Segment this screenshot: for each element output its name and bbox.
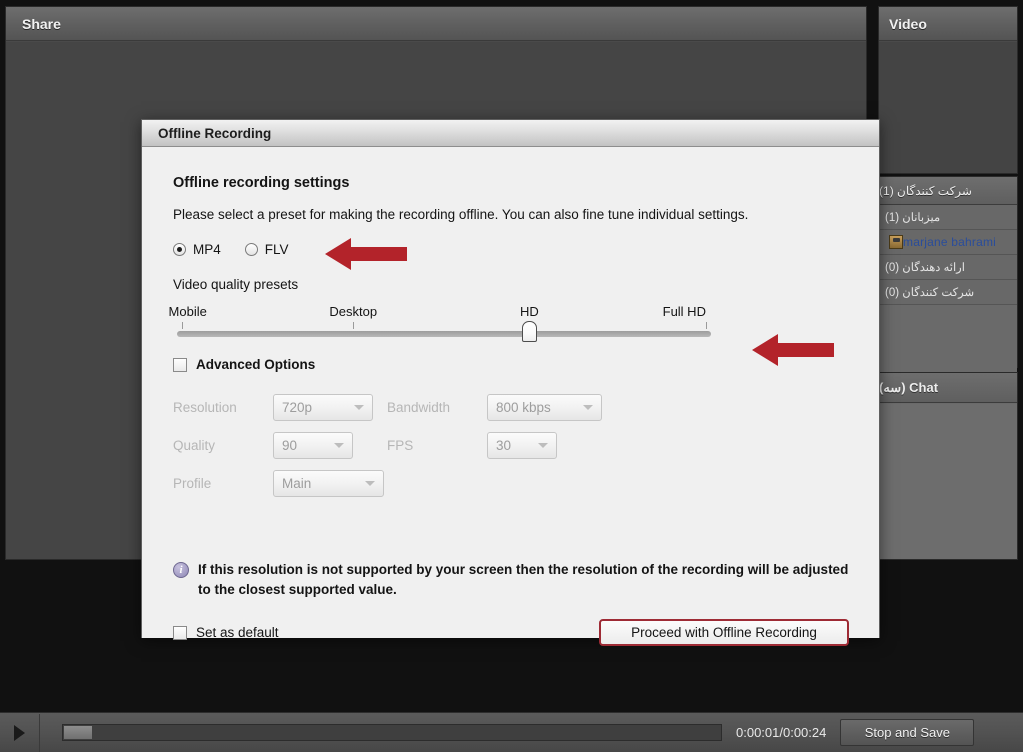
playback-time-label: 0:00:01/0:00:24 (736, 725, 827, 740)
radio-mp4-label: MP4 (193, 242, 221, 257)
video-pod-title: Video (879, 7, 1017, 41)
play-icon[interactable] (0, 713, 40, 752)
proceed-with-offline-recording-button[interactable]: Proceed with Offline Recording (599, 619, 849, 646)
radio-dot-icon (173, 243, 186, 256)
profile-label: Profile (173, 475, 212, 491)
webcam-user-icon (889, 235, 903, 249)
attendee-group-participants[interactable]: شرکت کنندگان (0) (879, 280, 1017, 305)
slider-tick-mark (705, 322, 707, 329)
chevron-down-icon (538, 443, 548, 448)
share-pod-title: Share (6, 7, 866, 41)
advanced-row-1: Resolution 720p Bandwidth 800 kbps (173, 388, 753, 426)
slider-tick-label-hd: HD (520, 304, 539, 319)
info-message-text: If this resolution is not supported by y… (198, 562, 849, 597)
fps-value: 30 (496, 437, 512, 453)
chevron-down-icon (365, 481, 375, 486)
advanced-options-grid: Resolution 720p Bandwidth 800 kbps Quali… (173, 388, 753, 502)
resolution-label: Resolution (173, 399, 237, 415)
info-icon: i (173, 562, 189, 578)
attendee-group-label: میزبانان (1) (885, 212, 941, 224)
attendee-group-presenters[interactable]: ارائه دهندگان (0) (879, 255, 1017, 280)
radio-flv[interactable]: FLV (244, 242, 289, 257)
fps-label: FPS (387, 437, 414, 453)
chat-pod-body[interactable] (879, 404, 1017, 559)
info-message: i If this resolution is not supported by… (173, 560, 853, 599)
bandwidth-value: 800 kbps (496, 399, 551, 415)
radio-dot-icon (244, 243, 258, 256)
offline-recording-dialog: Offline Recording Offline recording sett… (141, 119, 880, 646)
set-as-default-checkbox-row[interactable]: Set as default (173, 625, 279, 640)
chat-pod: Chat (سه) (878, 372, 1018, 560)
radio-flv-label: FLV (264, 242, 289, 257)
quality-slider-track[interactable] (177, 321, 711, 342)
dialog-titlebar: Offline Recording (142, 120, 879, 147)
advanced-row-2: Quality 90 FPS 30 (173, 426, 753, 464)
bandwidth-select[interactable]: 800 kbps (487, 393, 602, 421)
dialog-footer: Set as default Proceed with Offline Reco… (173, 619, 849, 646)
slider-tick-label-mobile: Mobile (168, 304, 207, 319)
stop-and-save-button[interactable]: Stop and Save (840, 719, 975, 746)
profile-select[interactable]: Main (273, 469, 384, 497)
slider-tick-mark (182, 322, 184, 329)
bandwidth-label: Bandwidth (387, 399, 451, 415)
field-bandwidth: Bandwidth 800 kbps (387, 393, 602, 421)
quality-slider-thumb[interactable] (522, 321, 538, 342)
advanced-row-3: Profile Main (173, 464, 753, 502)
field-quality: Quality 90 (173, 431, 353, 459)
video-pod: Video (878, 6, 1018, 174)
radio-mp4[interactable]: MP4 (173, 242, 221, 257)
video-pod-body (879, 42, 1017, 173)
bottom-playback-bar: 0:00:01/0:00:24 Stop and Save (0, 712, 1023, 752)
chat-pod-title: Chat (سه) (879, 373, 1017, 403)
resolution-select[interactable]: 720p (273, 393, 373, 421)
field-resolution: Resolution 720p (173, 393, 373, 421)
dialog-heading: Offline recording settings (173, 175, 350, 191)
play-triangle-icon (14, 724, 25, 741)
resolution-value: 720p (282, 399, 313, 415)
attendee-list-item-user[interactable]: marjane bahrami (879, 230, 1017, 255)
advanced-options-label: Advanced Options (196, 357, 316, 372)
attendee-pod: شرکت کنندگان (1) میزبانان (1) marjane ba… (878, 176, 1018, 495)
dialog-description: Please select a preset for making the re… (173, 207, 749, 222)
quality-label: Quality (173, 437, 216, 453)
profile-value: Main (282, 475, 312, 491)
attendee-group-hosts[interactable]: میزبانان (1) (879, 205, 1017, 230)
set-as-default-label: Set as default (196, 625, 279, 640)
field-profile: Profile Main (173, 469, 384, 497)
dialog-body: Offline recording settings Please select… (142, 147, 879, 646)
slider-tick-mark (353, 322, 355, 329)
slider-ticks (177, 322, 711, 331)
attendee-pod-title: شرکت کنندگان (1) (879, 177, 1017, 205)
playback-progress-bar[interactable] (62, 724, 722, 741)
slider-tick-label-desktop: Desktop (329, 304, 378, 319)
attendee-group-label: ارائه دهندگان (0) (885, 262, 965, 274)
chevron-down-icon (354, 405, 364, 410)
video-quality-presets-label: Video quality presets (173, 277, 299, 292)
slider-tick-label-fullhd: Full HD (662, 304, 706, 319)
fps-select[interactable]: 30 (487, 431, 557, 459)
slider-tick-labels: Mobile Desktop HD Full HD (169, 304, 711, 322)
playback-progress-fill (64, 726, 92, 739)
checkbox-icon[interactable] (173, 357, 187, 372)
application-window: Share Video شرکت کنندگان (1) میزبانان (1… (0, 0, 1023, 752)
quality-value: 90 (282, 437, 298, 453)
attendee-user-name: marjane bahrami (903, 235, 997, 249)
chevron-down-icon (334, 443, 344, 448)
checkbox-icon[interactable] (173, 625, 187, 640)
quality-slider-wrapper: Mobile Desktop HD Full HD (169, 304, 849, 342)
attendee-group-label: شرکت کنندگان (0) (885, 287, 975, 299)
quality-select[interactable]: 90 (273, 431, 353, 459)
advanced-options-checkbox-row[interactable]: Advanced Options (173, 357, 849, 372)
chevron-down-icon (583, 405, 593, 410)
dialog-title: Offline Recording (158, 125, 272, 141)
format-radio-group: MP4 FLV (173, 242, 849, 257)
field-fps: FPS 30 (387, 431, 557, 459)
